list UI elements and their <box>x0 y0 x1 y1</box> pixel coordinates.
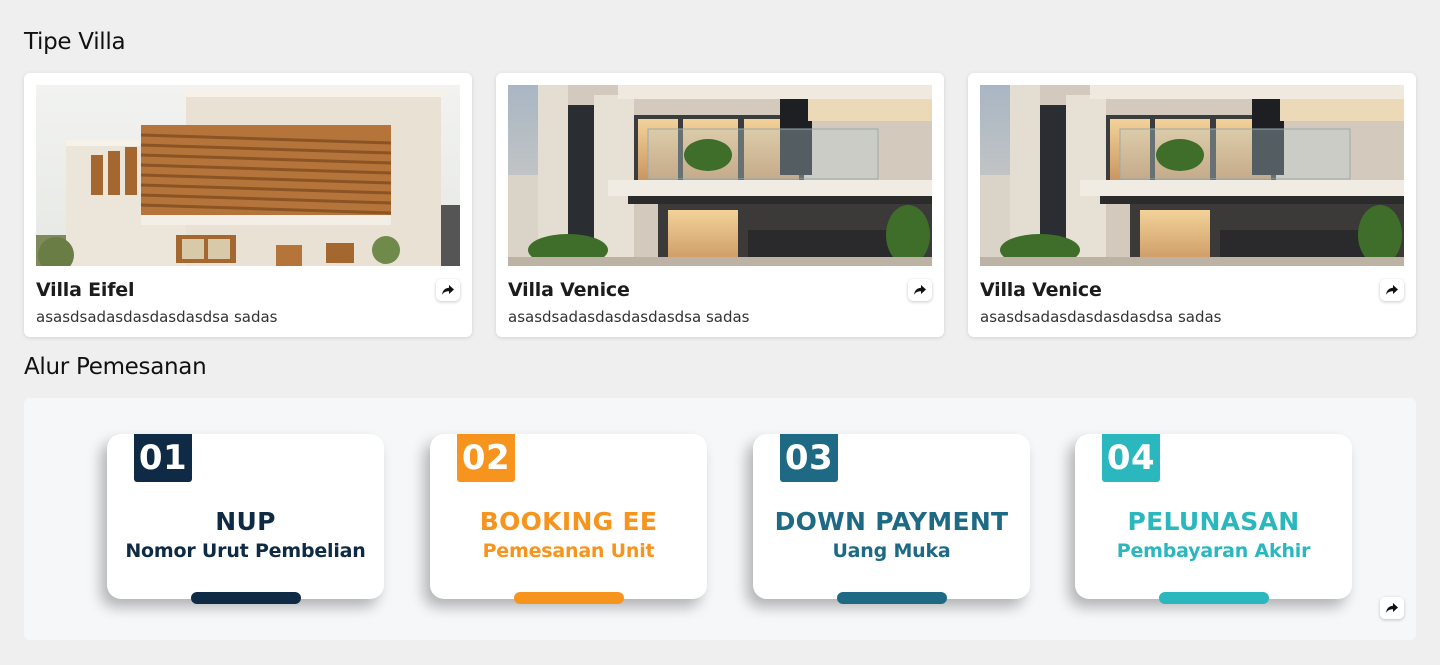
villa-description: asasdsadasdasdasdasdsa sadas <box>980 308 1222 326</box>
share-button[interactable] <box>1380 279 1404 301</box>
share-arrow-icon <box>914 285 926 295</box>
step-title: PELUNASAN <box>1127 507 1300 536</box>
share-arrow-icon <box>442 285 454 295</box>
villa-name: Villa Eifel <box>36 279 135 301</box>
step-title: NUP <box>215 507 276 536</box>
step-card-booking: 02 BOOKING EE Pemesanan Unit <box>430 434 707 604</box>
villa-card[interactable]: Villa Venice asasdsadasdasdasdasdsa sada… <box>968 73 1416 337</box>
step-title: DOWN PAYMENT <box>774 507 1009 536</box>
villa-card[interactable]: Villa Venice asasdsadasdasdasdasdsa sada… <box>496 73 944 337</box>
alur-pemesanan-panel: 01 NUP Nomor Urut Pembelian 02 BOOKING E… <box>24 398 1416 640</box>
step-bar <box>837 592 947 604</box>
step-bar <box>191 592 301 604</box>
step-bar <box>514 592 624 604</box>
step-card-nup: 01 NUP Nomor Urut Pembelian <box>107 434 384 604</box>
section-title-tipe-villa: Tipe Villa <box>24 29 126 55</box>
share-button[interactable] <box>908 279 932 301</box>
share-button[interactable] <box>436 279 460 301</box>
villa-name: Villa Venice <box>508 279 630 301</box>
step-number: 03 <box>780 434 838 482</box>
share-arrow-icon <box>1386 603 1398 613</box>
step-number: 01 <box>134 434 192 482</box>
section-title-alur-pemesanan: Alur Pemesanan <box>24 354 207 380</box>
step-bar <box>1159 592 1269 604</box>
villa-description: asasdsadasdasdasdasdsa sadas <box>508 308 750 326</box>
step-subtitle: Uang Muka <box>832 540 951 562</box>
villa-name: Villa Venice <box>980 279 1102 301</box>
step-subtitle: Pembayaran Akhir <box>1116 540 1311 562</box>
step-card-down-payment: 03 DOWN PAYMENT Uang Muka <box>753 434 1030 604</box>
villa-photo <box>508 85 932 266</box>
step-title: BOOKING EE <box>479 507 658 536</box>
step-number: 02 <box>457 434 515 482</box>
villa-description: asasdsadasdasdasdasdsa sadas <box>36 308 278 326</box>
step-subtitle: Nomor Urut Pembelian <box>125 540 366 562</box>
step-number: 04 <box>1102 434 1160 482</box>
step-subtitle: Pemesanan Unit <box>482 540 655 562</box>
villa-photo <box>980 85 1404 266</box>
share-button[interactable] <box>1380 597 1404 619</box>
villa-photo <box>36 85 460 266</box>
villa-list: Villa Eifel asasdsadasdasdasdasdsa sadas <box>24 73 1416 337</box>
step-card-pelunasan: 04 PELUNASAN Pembayaran Akhir <box>1075 434 1352 604</box>
share-arrow-icon <box>1386 285 1398 295</box>
villa-card[interactable]: Villa Eifel asasdsadasdasdasdasdsa sadas <box>24 73 472 337</box>
